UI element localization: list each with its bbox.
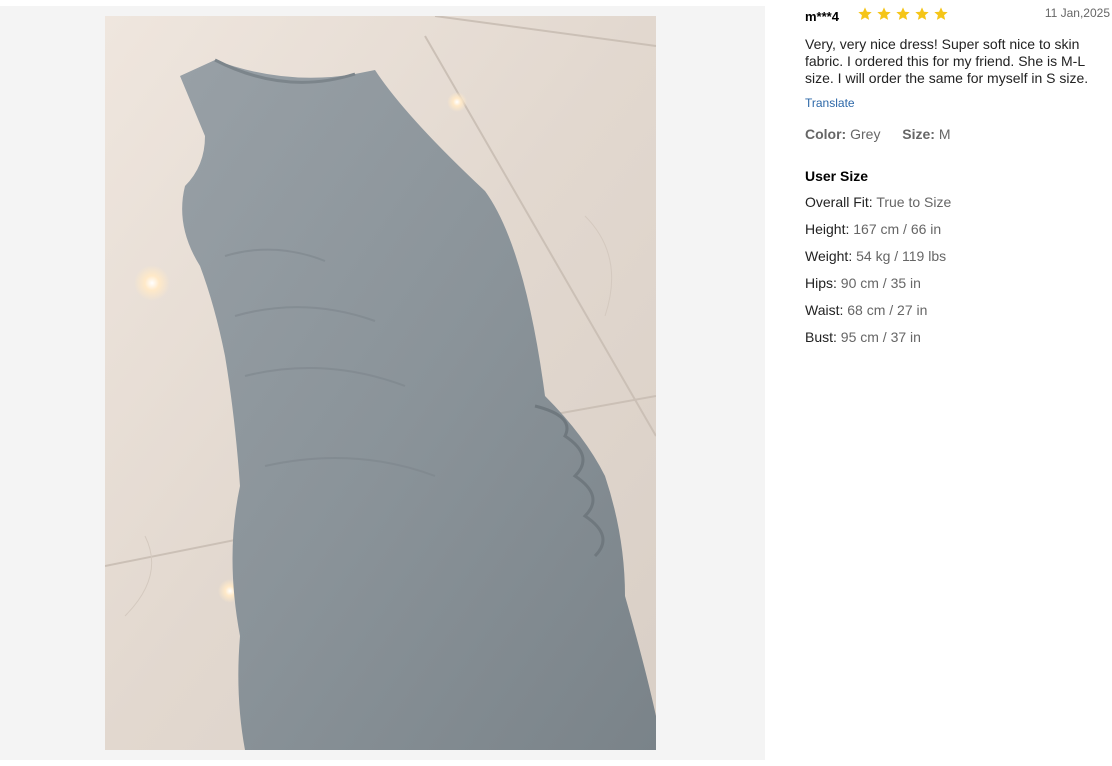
color-value: Grey [850,126,881,142]
review-photo[interactable] [105,16,656,750]
size-row-value: True to Size [876,194,952,210]
review-header: m***4 11 Jan,2025 [805,0,1110,30]
size-row-height: Height: 167 cm / 66 in [805,221,1105,238]
size-row-label: Weight: [805,248,853,264]
user-size-title: User Size [805,168,869,184]
size-row-label: Height: [805,221,850,237]
review-text: Very, very nice dress! Super soft nice t… [805,36,1089,86]
review-date: 11 Jan,2025 [1044,6,1110,20]
size-row-label: Overall Fit: [805,194,873,210]
size-row-waist: Waist: 68 cm / 27 in [805,302,1105,319]
size-key: Size: [902,126,935,142]
star-icon [934,7,948,20]
review-card: m***4 11 Jan,2025 Very, very nice dress!… [805,0,1110,346]
review-image-pane [0,6,765,760]
size-value: M [938,126,951,142]
size-row-label: Bust: [805,329,837,345]
size-row-value: 68 cm / 27 in [847,302,928,318]
translate-link[interactable]: Translate [805,96,855,110]
size-row-label: Waist: [805,302,844,318]
star-icon [877,7,891,20]
size-row-value: 90 cm / 35 in [840,275,921,291]
review-page: m***4 11 Jan,2025 Very, very nice dress!… [0,0,1112,766]
star-icon [858,7,872,20]
reviewer-name: m***4 [805,9,839,24]
size-row-value: 95 cm / 37 in [840,329,921,345]
size-row-weight: Weight: 54 kg / 119 lbs [805,248,1105,265]
size-row-label: Hips: [805,275,837,291]
size-row-overall-fit: Overall Fit: True to Size [805,194,1105,211]
purchase-attributes: Color: Grey Size: M [805,126,1105,142]
color-key: Color: [805,126,847,142]
star-icon [896,7,910,20]
star-icon [915,7,929,20]
user-size-list: Overall Fit: True to Size Height: 167 cm… [805,194,1105,346]
size-row-hips: Hips: 90 cm / 35 in [805,275,1105,292]
size-row-value: 54 kg / 119 lbs [856,248,947,264]
star-rating [857,6,949,22]
size-row-bust: Bust: 95 cm / 37 in [805,329,1105,346]
size-row-value: 167 cm / 66 in [853,221,942,237]
